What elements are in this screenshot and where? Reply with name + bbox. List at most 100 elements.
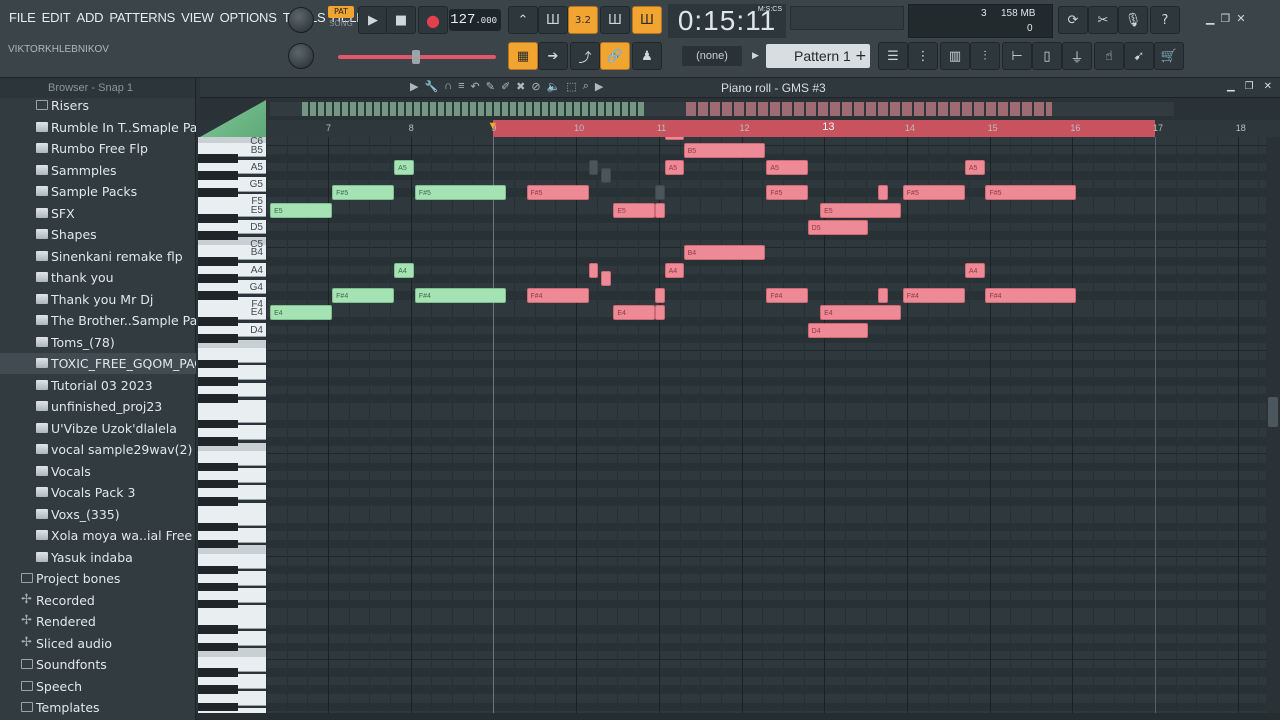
black-key[interactable] [198,642,238,652]
master-pitch-knob[interactable] [288,43,314,69]
browser-item[interactable]: Soundfonts [0,654,196,675]
wrench-icon[interactable]: 🔧 [424,80,438,93]
black-key[interactable] [198,376,238,386]
black-key[interactable] [198,668,238,677]
note[interactable]: A4 [394,262,415,278]
note[interactable]: F#5 [902,185,965,201]
add-pattern-icon[interactable]: + [855,46,869,66]
note[interactable] [654,305,665,321]
piano-keyboard[interactable]: B6A6G6F6E6D6C6B5A5G5F5E5D5C5B4A4G4F4E4D4 [198,137,266,713]
minimize-icon[interactable]: ▁ [1206,12,1214,28]
channel-selector[interactable]: (none) [682,46,742,66]
piano-roll-view-button[interactable]: ▥ [940,42,970,70]
tempo-display[interactable]: 127.000 [449,9,501,31]
note[interactable]: F#4 [766,288,808,304]
maximize-icon[interactable]: ❐ [1245,81,1254,92]
note[interactable] [654,185,665,201]
browser-item[interactable]: TOXIC_FREE_GQOM_PACK [0,353,196,374]
note[interactable]: F#4 [414,288,506,304]
browser-item[interactable]: Sinenkani remake flp [0,246,196,267]
zoom-icon[interactable]: ⌕ [583,80,589,93]
vertical-scrollbar[interactable] [1266,137,1280,713]
plugin-button[interactable]: ⏚ [1062,42,1092,70]
note[interactable]: E4 [820,305,902,321]
menu-view[interactable]: VIEW [178,10,216,25]
tempo-tap-button[interactable]: ➹ [1124,42,1154,70]
mute-icon[interactable]: ⊘ [531,80,540,93]
black-key[interactable] [198,394,238,403]
pencil-icon[interactable]: ✎ [486,80,495,93]
menu-arrow-icon[interactable]: ▶ [410,80,418,93]
menu-icon[interactable]: ≡ [458,80,464,93]
browser-item[interactable]: unfinished_proj23 [0,396,196,417]
note[interactable]: E4 [270,305,333,321]
playback-icon[interactable]: ▶ [595,80,603,93]
mixer-button[interactable]: ⫶ [970,42,1000,70]
note[interactable]: B4 [683,245,765,261]
note[interactable] [877,288,888,304]
note[interactable]: F#4 [985,288,1077,304]
black-key[interactable] [198,479,238,489]
minimize-icon[interactable]: ▁ [1227,81,1235,92]
help-button[interactable]: ? [1150,6,1180,34]
black-key[interactable] [198,214,238,223]
browser-item[interactable]: ✢ Sliced audio [0,633,196,654]
channel-rack-button[interactable]: ⋮ [908,42,938,70]
typing-keyboard-button[interactable]: ♟ [632,42,662,70]
note[interactable] [600,168,611,184]
note[interactable]: F#4 [332,288,395,304]
touch-button[interactable]: ☝ [1094,42,1124,70]
metronome-button[interactable]: ⌃ [508,6,538,34]
browser-item[interactable]: vocal sample29wav(2) [0,439,196,460]
note[interactable]: F#5 [332,185,395,201]
browser-item[interactable]: ✢ Recorded [0,590,196,611]
cpu-monitor[interactable]: 3 158 MB 0 [908,4,1053,38]
wait-input-button[interactable]: Ш [538,6,568,34]
play-button[interactable]: ▶ [358,6,388,34]
master-volume-knob[interactable] [288,7,314,33]
browser-item[interactable]: Vocals Pack 3 [0,482,196,503]
menu-options[interactable]: OPTIONS [217,10,280,25]
browser-item[interactable]: Sample Packs [0,181,196,202]
pattern-prev-icon[interactable]: ▶ [752,46,764,66]
note[interactable] [588,262,599,278]
note[interactable]: A5 [964,159,985,175]
pattern-overview[interactable] [200,98,1280,120]
black-key[interactable] [198,419,238,429]
black-key[interactable] [198,522,238,532]
note[interactable]: E5 [820,202,902,218]
black-key[interactable] [198,685,238,695]
note[interactable]: F#4 [902,288,965,304]
note[interactable]: A4 [664,262,685,278]
note-grid[interactable]: A6A6A6A6A6A6A6A6A6G#6G#6G#6F#6F#6F#6F#6F… [266,137,1266,713]
shop-button[interactable]: 🛒 [1154,42,1184,70]
note[interactable]: F#5 [985,185,1077,201]
slider-handle[interactable] [412,50,420,64]
time-display[interactable]: 0:15:11 M:S:CS [668,4,786,38]
browser-item[interactable]: The Brother..Sample Packs [0,310,196,331]
playlist-button[interactable]: ☰ [878,42,908,70]
browser-item[interactable]: Rumble In T..Smaple Pack [0,117,196,138]
black-key[interactable] [198,359,238,369]
black-key[interactable] [198,599,238,609]
black-key[interactable] [198,462,238,472]
curve-button[interactable]: ⤴ [570,42,600,70]
select-icon[interactable]: ⬚ [566,80,576,93]
menu-file[interactable]: FILE [6,10,39,25]
browser-item[interactable]: Thank you Mr Dj [0,289,196,310]
black-key[interactable] [198,565,238,575]
browser-button[interactable]: ⊢ [1002,42,1032,70]
black-key[interactable] [198,291,238,300]
timeline-ruler[interactable]: 7 8 9 10 11 12 13 14 15 16 17 18 ▼ [266,120,1280,137]
close-icon[interactable]: ✕ [1264,81,1272,92]
master-pitch-slider[interactable] [338,50,496,64]
browser-item[interactable]: Tutorial 03 2023 [0,375,196,396]
black-key[interactable] [198,582,238,592]
black-key[interactable] [198,436,238,446]
note[interactable]: A5 [766,159,808,175]
black-key[interactable] [198,188,238,197]
browser-item[interactable]: Voxs_(335) [0,504,196,525]
browser-item[interactable]: Toms_(78) [0,332,196,353]
blend-notes-button[interactable]: Ш [632,6,662,34]
black-key[interactable] [198,231,238,240]
